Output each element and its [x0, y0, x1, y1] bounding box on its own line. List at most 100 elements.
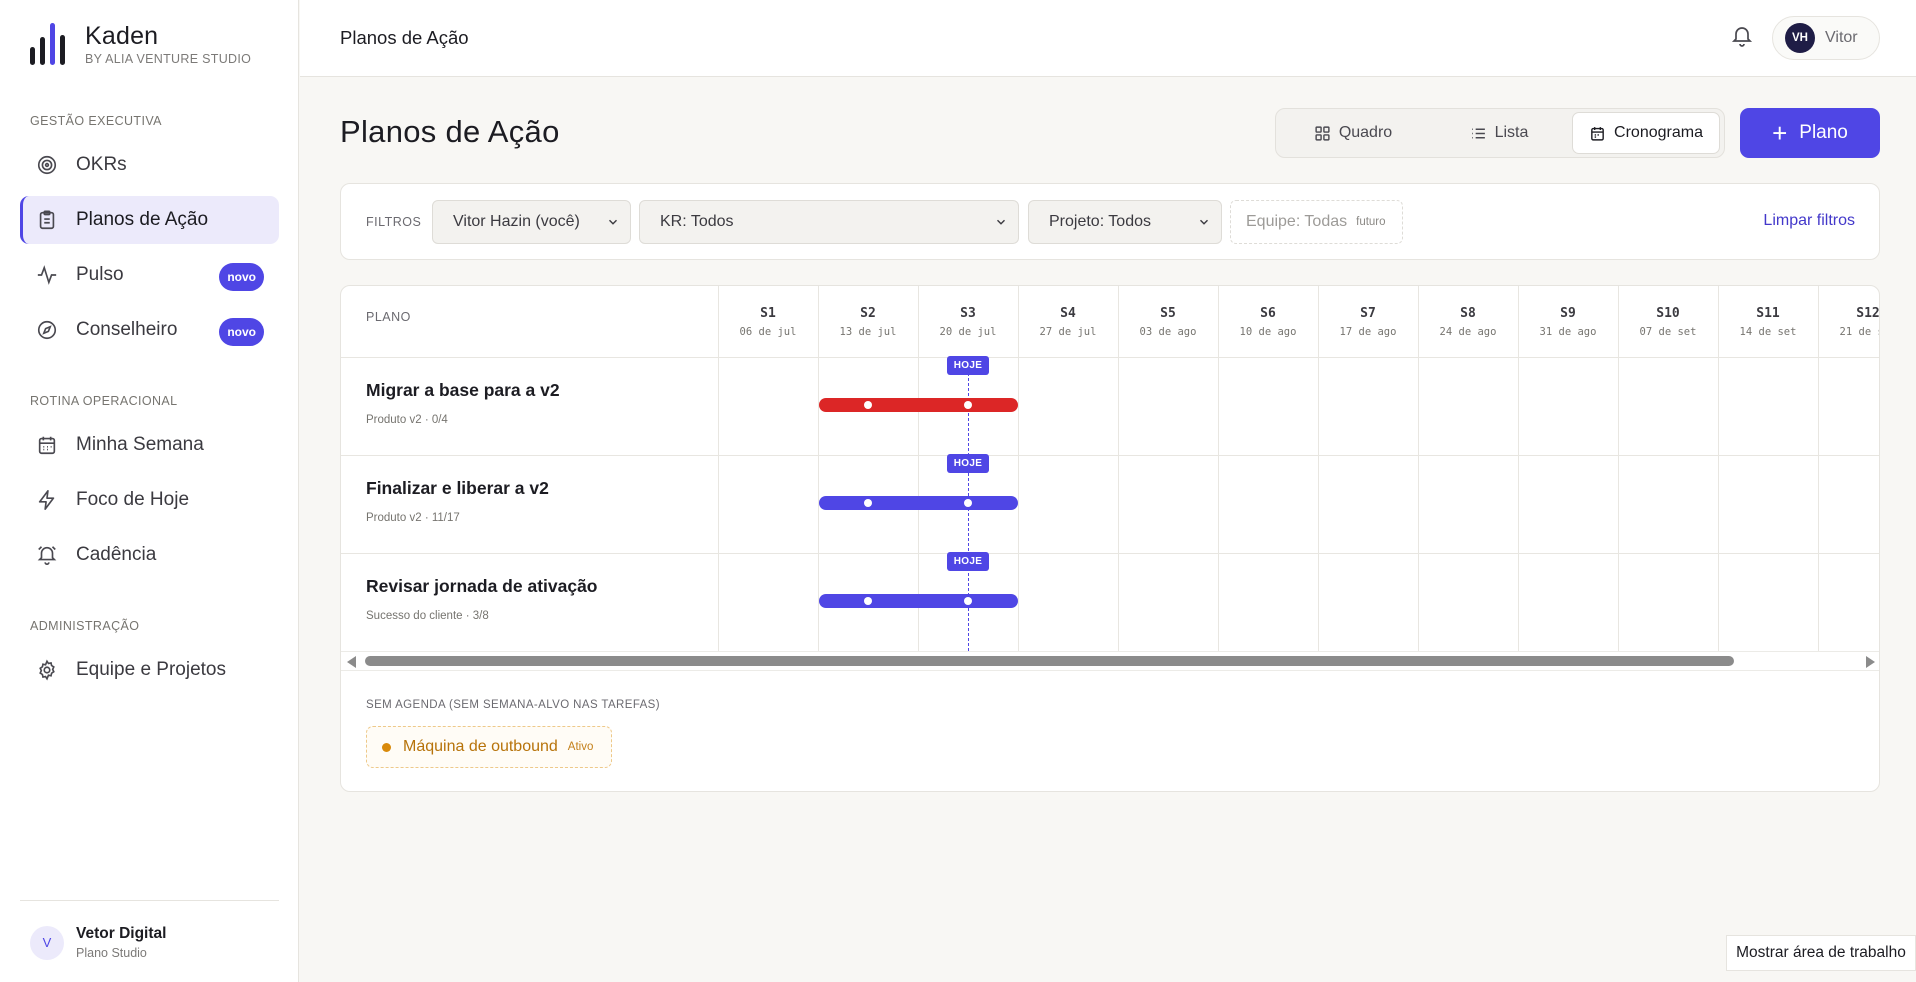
- week-divider: [1118, 286, 1119, 651]
- week-date: 03 de ago: [1139, 326, 1197, 338]
- avatar: VH: [1785, 23, 1815, 53]
- bell-icon[interactable]: [1730, 24, 1756, 50]
- today-badge: HOJE: [947, 454, 989, 473]
- plan-subtitle: Produto v2 · 11/17: [366, 512, 460, 524]
- owner-filter-value: Vitor Hazin (você): [453, 213, 580, 230]
- week-date: 13 de jul: [839, 326, 897, 338]
- sidebar-item-label: Foco de Hoje: [76, 489, 190, 510]
- owner-filter-select[interactable]: Vitor Hazin (você): [432, 200, 631, 244]
- show-workspace-button[interactable]: Mostrar área de trabalho: [1726, 935, 1916, 971]
- week-header: S4 27 de jul: [1018, 306, 1118, 338]
- week-marker-dot: [864, 499, 872, 507]
- sidebar-item-label: OKRs: [76, 154, 127, 175]
- sidebar-item-foco-de-hoje[interactable]: Foco de Hoje: [20, 476, 279, 524]
- project-filter-select[interactable]: Projeto: Todos: [1028, 200, 1222, 244]
- week-label: S3: [960, 306, 976, 321]
- week-marker-dot: [864, 401, 872, 409]
- gear-icon: [36, 659, 58, 681]
- plus-icon: +: [1772, 118, 1788, 148]
- view-timeline-button[interactable]: Cronograma: [1572, 112, 1720, 154]
- week-divider: [1418, 286, 1419, 651]
- week-divider: [1818, 286, 1819, 651]
- calendar-icon: [36, 434, 58, 456]
- chevron-down-icon: [997, 219, 1005, 225]
- nav-section-title: ROTINA OPERACIONAL: [30, 394, 178, 408]
- plan-bar[interactable]: [819, 594, 1018, 608]
- week-label: S11: [1756, 306, 1780, 321]
- week-header: S8 24 de ago: [1418, 306, 1518, 338]
- no-agenda-label: SEM AGENDA (SEM SEMANA-ALVO NAS TAREFAS): [366, 699, 660, 711]
- week-date: 24 de ago: [1439, 326, 1497, 338]
- breadcrumb: Planos de Ação: [340, 27, 469, 48]
- week-label: S7: [1360, 306, 1376, 321]
- workspace-name: Vetor Digital: [76, 925, 167, 942]
- filters-bar: FILTROS Vitor Hazin (você) KR: Todos Pro…: [340, 183, 1880, 260]
- view-label: Cronograma: [1614, 124, 1703, 141]
- view-label: Quadro: [1338, 124, 1393, 141]
- week-label: S12: [1856, 306, 1880, 321]
- user-name: Vitor: [1825, 29, 1858, 46]
- view-list-button[interactable]: Lista: [1426, 112, 1572, 154]
- project-filter-value: Projeto: Todos: [1049, 213, 1151, 230]
- kr-filter-value: KR: Todos: [660, 213, 734, 230]
- week-divider: [818, 286, 819, 651]
- view-switcher: Quadro Lista Cronograma: [1275, 108, 1725, 158]
- week-header: S1 06 de jul: [718, 306, 818, 338]
- week-marker-dot: [964, 499, 972, 507]
- status-dot-icon: [382, 742, 391, 752]
- sidebar-item-okrs[interactable]: OKRs: [20, 141, 279, 189]
- scrollbar-thumb[interactable]: [365, 656, 1734, 666]
- week-label: S5: [1160, 306, 1176, 321]
- nav-section-title: ADMINISTRAÇÃO: [30, 619, 140, 633]
- week-date: 07 de set: [1639, 326, 1697, 338]
- plan-title[interactable]: Revisar jornada de ativação: [366, 576, 598, 597]
- bolt-icon: [36, 489, 58, 511]
- brand-name: Kaden: [85, 22, 159, 50]
- week-label: S1: [760, 306, 776, 321]
- sidebar-item-label: Conselheiro: [76, 319, 178, 340]
- sidebar-item-label: Cadência: [76, 544, 157, 565]
- workspace-plan: Plano Studio: [76, 946, 147, 960]
- week-label: S4: [1060, 306, 1076, 321]
- scroll-right-icon[interactable]: [1866, 656, 1875, 668]
- view-board-button[interactable]: Quadro: [1280, 112, 1426, 154]
- plan-bar[interactable]: [819, 496, 1018, 510]
- no-agenda-plan-chip[interactable]: Máquina de outbound Ativo: [366, 726, 612, 768]
- week-marker-dot: [964, 401, 972, 409]
- sidebar-item-cadencia[interactable]: Cadência: [20, 531, 279, 579]
- sidebar: Kaden BY ALIA VENTURE STUDIO GESTÃO EXEC…: [0, 0, 299, 982]
- week-divider: [1718, 286, 1719, 651]
- sidebar-item-conselheiro[interactable]: Conselheiro novo: [20, 306, 279, 354]
- week-date: 17 de ago: [1339, 326, 1397, 338]
- sidebar-item-minha-semana[interactable]: Minha Semana: [20, 421, 279, 469]
- plan-title[interactable]: Migrar a base para a v2: [366, 380, 560, 401]
- today-badge: HOJE: [947, 552, 989, 571]
- plan-column-header: PLANO: [366, 310, 411, 324]
- plan-title[interactable]: Finalizar e liberar a v2: [366, 478, 549, 499]
- week-header: S9 31 de ago: [1518, 306, 1618, 338]
- divider: [20, 900, 279, 901]
- target-icon: [36, 154, 58, 176]
- brand[interactable]: Kaden BY ALIA VENTURE STUDIO: [30, 22, 251, 66]
- row-divider: [341, 553, 1879, 554]
- plan-bar[interactable]: [819, 398, 1018, 412]
- week-label: S8: [1460, 306, 1476, 321]
- new-badge: novo: [219, 263, 264, 291]
- new-plan-button[interactable]: + Plano: [1740, 108, 1880, 158]
- sidebar-item-equipe-e-projetos[interactable]: Equipe e Projetos: [20, 646, 279, 694]
- workspace-switcher[interactable]: V Vetor Digital Plano Studio: [30, 925, 166, 960]
- week-label: S2: [860, 306, 876, 321]
- timeline-chart: PLANO SEM AGENDA (SEM SEMANA-ALVO NAS TA…: [340, 285, 1880, 792]
- scroll-left-icon[interactable]: [347, 656, 356, 668]
- kr-filter-select[interactable]: KR: Todos: [639, 200, 1019, 244]
- week-marker-dot: [964, 597, 972, 605]
- week-date: 10 de ago: [1239, 326, 1297, 338]
- user-menu-button[interactable]: VH Vitor: [1772, 16, 1880, 60]
- week-header: S6 10 de ago: [1218, 306, 1318, 338]
- brand-tagline: BY ALIA VENTURE STUDIO: [85, 52, 252, 66]
- horizontal-scrollbar[interactable]: [341, 651, 1879, 671]
- sidebar-item-planos-de-acao[interactable]: Planos de Ação: [20, 196, 279, 244]
- clear-filters-link[interactable]: Limpar filtros: [1763, 212, 1855, 230]
- sidebar-item-pulso[interactable]: Pulso novo: [20, 251, 279, 299]
- week-date: 27 de jul: [1039, 326, 1097, 338]
